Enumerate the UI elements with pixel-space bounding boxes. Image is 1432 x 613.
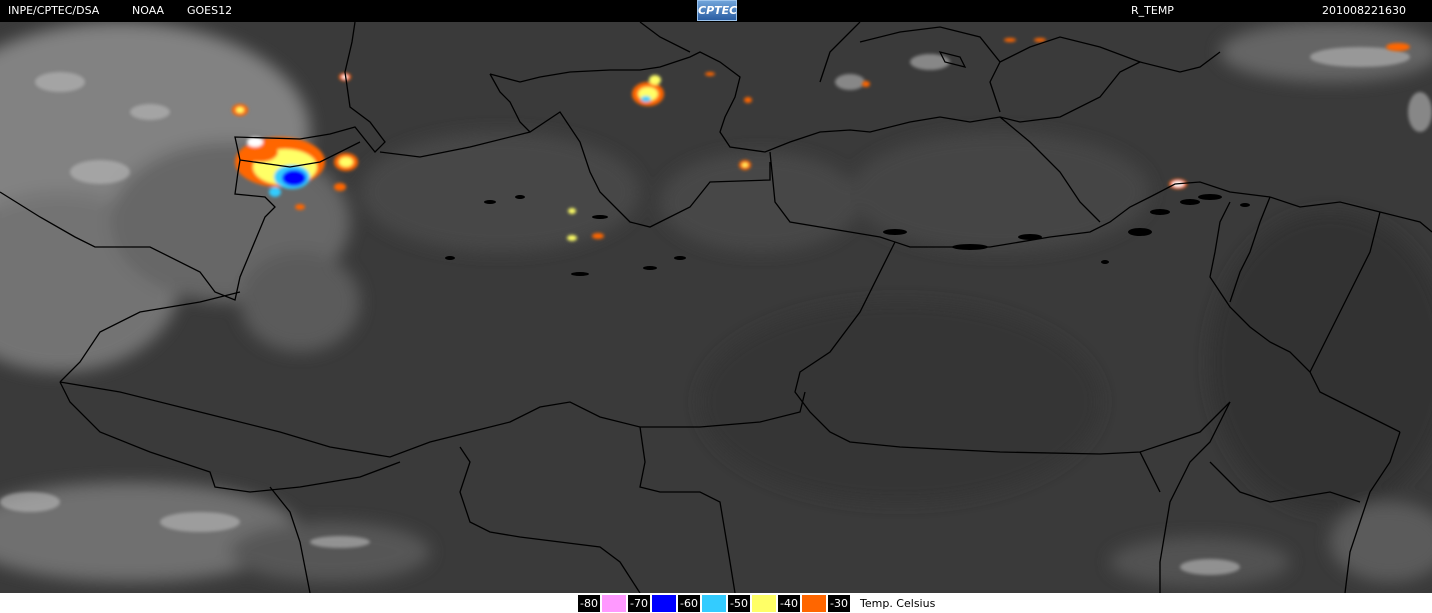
agency-label: NOAA [132,4,165,17]
satellite-image [0,22,1432,593]
legend-swatch [802,595,826,612]
source-label: INPE/CPTEC/DSA [8,4,100,17]
legend-swatch [702,595,726,612]
legend-swatch [652,595,676,612]
map-canvas [0,22,1432,593]
temperature-legend: -80 -70 -60 -50 -40 -30 Temp. Celsius [0,593,1432,613]
legend-value: -80 [578,595,600,612]
legend-value: -50 [728,595,750,612]
cloud-cover [0,22,1432,587]
legend-unit: Temp. Celsius [860,597,936,610]
cptec-logo: CPTEC [697,0,737,21]
satellite-label: GOES12 [187,4,233,17]
legend-value: -70 [628,595,650,612]
header-bar: INPE/CPTEC/DSA NOAA GOES12 CPTEC R_TEMP … [0,0,1432,22]
legend-swatch [602,595,626,612]
legend-value: -60 [678,595,700,612]
legend-swatch [752,595,776,612]
legend-value: -30 [828,595,850,612]
product-label: R_TEMP [1131,4,1174,17]
timestamp-label: 201008221630 [1322,4,1406,17]
legend-value: -40 [778,595,800,612]
